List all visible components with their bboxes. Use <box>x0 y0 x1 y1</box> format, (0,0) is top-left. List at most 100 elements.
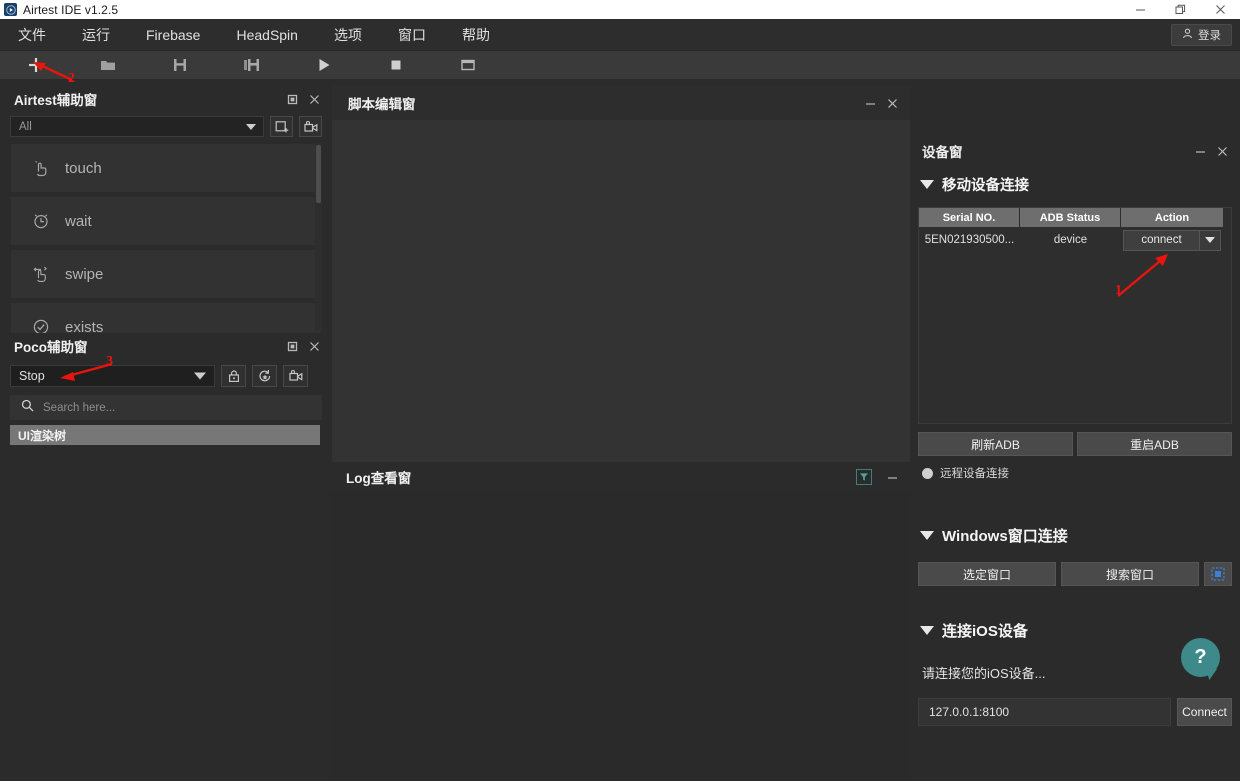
menu-run[interactable]: 运行 <box>64 19 128 51</box>
ios-section-header[interactable]: 连接iOS设备 <box>910 620 1240 641</box>
help-label: ? <box>1194 646 1207 668</box>
airtest-list-scrollbar[interactable] <box>315 143 322 331</box>
help-bubble-icon[interactable]: ? <box>1181 638 1220 677</box>
menu-file[interactable]: 文件 <box>0 19 64 51</box>
ios-section-label: 连接iOS设备 <box>942 623 1028 640</box>
log-output-area[interactable] <box>330 492 910 781</box>
poco-search-field[interactable]: Search here... <box>10 395 322 420</box>
radio-icon <box>922 467 933 479</box>
search-icon <box>21 399 34 417</box>
ios-address-input[interactable]: 127.0.0.1:8100 <box>918 698 1171 726</box>
float-icon[interactable] <box>286 340 298 352</box>
list-item-label: wait <box>65 212 92 230</box>
menu-help[interactable]: 帮助 <box>444 19 508 51</box>
ios-connect-button[interactable]: Connect <box>1177 698 1232 726</box>
poco-toolbar-row: Stop <box>0 359 332 387</box>
airtest-action-list[interactable]: touch wait swipe exists <box>10 143 322 333</box>
script-editor-area[interactable] <box>332 120 910 462</box>
float-icon[interactable] <box>286 93 298 105</box>
script-panel-title: 脚本编辑窗 <box>348 97 416 112</box>
window-target-icon-button[interactable] <box>1204 562 1232 586</box>
lock-button[interactable] <box>221 365 246 387</box>
device-panel-title: 设备窗 <box>922 145 963 160</box>
connect-dropdown-button[interactable] <box>1200 229 1221 251</box>
person-icon <box>1182 28 1193 42</box>
windows-section-header[interactable]: Windows窗口连接 <box>910 525 1240 546</box>
minimize-icon[interactable] <box>1194 145 1206 157</box>
refresh-adb-button[interactable]: 刷新ADB <box>918 432 1073 456</box>
remote-device-radio[interactable]: 远程设备连接 <box>922 465 1240 481</box>
airtest-filter-value: All <box>19 120 32 133</box>
device-table: Serial NO. ADB Status Action 5EN02193050… <box>918 207 1232 424</box>
airtest-panel-title: Airtest辅助窗 <box>14 93 98 108</box>
select-window-button[interactable]: 选定窗口 <box>918 562 1056 586</box>
close-icon[interactable] <box>308 93 320 105</box>
poco-panel-title: Poco辅助窗 <box>14 340 88 355</box>
poco-tree-root[interactable]: UI渲染树 <box>10 425 320 445</box>
list-item-label: swipe <box>65 265 104 283</box>
list-item[interactable]: exists <box>10 302 322 333</box>
record-button[interactable] <box>299 116 322 137</box>
app-logo-icon <box>4 3 17 16</box>
snapshot-button[interactable] <box>270 116 293 137</box>
open-file-button[interactable] <box>72 51 144 80</box>
script-panel-header: 脚本编辑窗 <box>332 86 910 120</box>
log-panel-header: Log查看窗 <box>330 462 910 492</box>
new-file-button[interactable] <box>0 51 72 80</box>
list-item-label: touch <box>65 159 102 177</box>
poco-panel-header: Poco辅助窗 <box>0 333 332 359</box>
minimize-icon[interactable] <box>864 97 876 109</box>
chevron-down-icon <box>194 372 206 380</box>
login-button[interactable]: 登录 <box>1171 23 1232 46</box>
table-row[interactable]: 5EN021930500... device connect <box>919 227 1231 253</box>
windows-section-label: Windows窗口连接 <box>942 528 1068 545</box>
adb-button-row: 刷新ADB 重启ADB <box>918 432 1232 456</box>
refresh-button[interactable] <box>252 365 277 387</box>
close-icon[interactable] <box>1216 145 1228 157</box>
poco-helper-panel: Poco辅助窗 Stop Search here... UI渲染树 <box>0 333 332 781</box>
device-panel-header: 设备窗 <box>910 136 1240 166</box>
restart-adb-button[interactable]: 重启ADB <box>1077 432 1232 456</box>
minimize-icon[interactable] <box>886 471 898 483</box>
menu-options[interactable]: 选项 <box>316 19 380 51</box>
connect-button[interactable]: connect <box>1123 229 1200 251</box>
list-item[interactable]: touch <box>10 143 322 193</box>
log-panel-title: Log查看窗 <box>346 471 412 486</box>
close-icon[interactable] <box>1200 0 1240 19</box>
scrollbar-thumb[interactable] <box>316 145 321 203</box>
column-header-adb-status: ADB Status <box>1020 208 1121 227</box>
cell-serial: 5EN021930500... <box>924 234 1015 246</box>
save-as-button[interactable] <box>216 51 288 80</box>
device-table-header: Serial NO. ADB Status Action <box>919 208 1231 227</box>
annotation-number-2: 2 <box>68 71 75 86</box>
list-item[interactable]: swipe <box>10 249 322 299</box>
menu-window[interactable]: 窗口 <box>380 19 444 51</box>
window-controls <box>1120 0 1240 19</box>
poco-record-button[interactable] <box>283 365 308 387</box>
cell-action: connect <box>1121 227 1223 253</box>
windows-button-row: 选定窗口 搜索窗口 <box>918 562 1232 586</box>
list-item[interactable]: wait <box>10 196 322 246</box>
close-icon[interactable] <box>886 97 898 109</box>
column-header-action: Action <box>1121 208 1223 227</box>
menu-firebase[interactable]: Firebase <box>128 19 218 51</box>
menu-headspin[interactable]: HeadSpin <box>218 19 316 51</box>
filter-icon[interactable] <box>856 469 872 485</box>
poco-search-placeholder: Search here... <box>43 401 116 414</box>
report-button[interactable] <box>432 51 504 80</box>
save-button[interactable] <box>144 51 216 80</box>
list-item-label: exists <box>65 318 104 334</box>
airtest-helper-panel: Airtest辅助窗 All touch wait swipe exists <box>0 86 332 333</box>
chevron-down-icon <box>246 123 256 130</box>
mobile-device-section-header[interactable]: 移动设备连接 <box>910 174 1240 195</box>
minimize-icon[interactable] <box>1120 0 1160 19</box>
touch-icon <box>31 158 51 178</box>
run-button[interactable] <box>288 51 360 80</box>
airtest-panel-header: Airtest辅助窗 <box>0 86 332 112</box>
close-icon[interactable] <box>308 340 320 352</box>
airtest-filter-select[interactable]: All <box>10 116 264 137</box>
restore-icon[interactable] <box>1160 0 1200 19</box>
main-toolbar <box>0 51 1240 80</box>
search-window-button[interactable]: 搜索窗口 <box>1061 562 1199 586</box>
stop-button[interactable] <box>360 51 432 80</box>
